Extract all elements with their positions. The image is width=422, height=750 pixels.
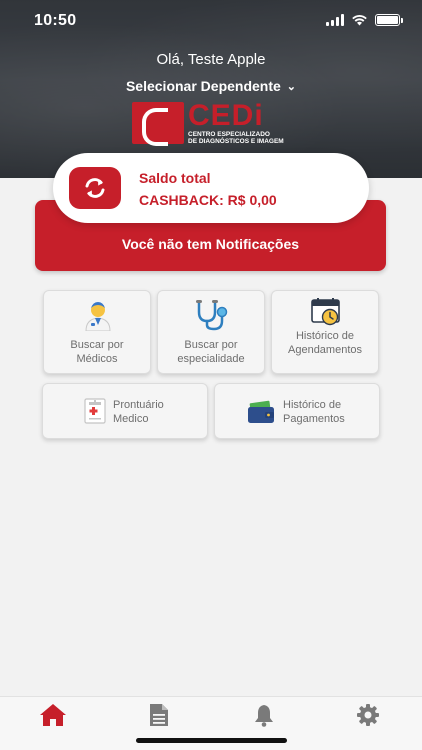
- logo-word: CEDi: [188, 99, 264, 132]
- home-icon: [40, 704, 66, 726]
- signal-icon: [326, 14, 344, 26]
- tile-label: Histórico de Agendamentos: [288, 330, 362, 356]
- settings-icon: [357, 704, 379, 726]
- battery-icon: [375, 14, 403, 26]
- chevron-down-icon: ⌄: [286, 81, 297, 93]
- doctor-icon: [85, 302, 111, 331]
- search-specialty-tile[interactable]: Buscar por especialidade: [157, 290, 265, 374]
- header-hero: 10:50 Olá, Teste Apple Selecionar Depend…: [0, 0, 422, 178]
- tile-label: Buscar por Médicos: [70, 339, 124, 365]
- balance-title: Saldo total: [139, 170, 211, 186]
- bell-icon: [255, 705, 273, 727]
- tile-label: Histórico de Pagamentos: [283, 399, 345, 425]
- appointment-history-tile[interactable]: Histórico de Agendamentos: [271, 290, 379, 374]
- tab-documents[interactable]: [148, 703, 178, 729]
- status-time: 10:50: [34, 12, 77, 29]
- balance-card: Saldo total CASHBACK: R$ 0,00: [53, 153, 369, 223]
- select-dependent-dropdown[interactable]: Selecionar Dependente ⌄: [0, 78, 422, 94]
- status-bar: 10:50: [0, 0, 422, 44]
- refresh-icon: [85, 178, 105, 198]
- payment-history-tile[interactable]: Histórico de Pagamentos: [214, 383, 380, 439]
- document-icon: [150, 704, 168, 726]
- medical-record-icon: [84, 398, 106, 424]
- select-dependent-label: Selecionar Dependente: [125, 78, 281, 94]
- tab-settings[interactable]: [356, 703, 386, 729]
- stethoscope-icon: [196, 300, 228, 331]
- refresh-balance-button[interactable]: [69, 167, 121, 209]
- tile-label: Buscar por especialidade: [177, 339, 245, 365]
- tab-notifications[interactable]: [253, 703, 283, 729]
- medical-record-tile[interactable]: Prontuário Medico: [42, 383, 208, 439]
- wallet-icon: [248, 400, 274, 423]
- logo-subtitle: CENTRO ESPECIALIZADO DE DIAGNÓSTICOS E I…: [188, 131, 284, 145]
- status-icons: [326, 14, 403, 26]
- notifications-message: Você não tem Notificações: [121, 236, 300, 252]
- logo-mark: [132, 102, 184, 146]
- calendar-clock-icon: [311, 298, 340, 326]
- cashback-value: CASHBACK: R$ 0,00: [139, 192, 277, 208]
- greeting-text: Olá, Teste Apple: [156, 51, 266, 68]
- tile-label: Prontuário Medico: [113, 399, 164, 425]
- home-indicator: [136, 738, 287, 743]
- wifi-icon: [352, 15, 367, 26]
- search-doctors-tile[interactable]: Buscar por Médicos: [43, 290, 151, 374]
- tab-home[interactable]: [39, 703, 69, 729]
- brand-logo: CEDi CENTRO ESPECIALIZADO DE DIAGNÓSTICO…: [132, 99, 292, 146]
